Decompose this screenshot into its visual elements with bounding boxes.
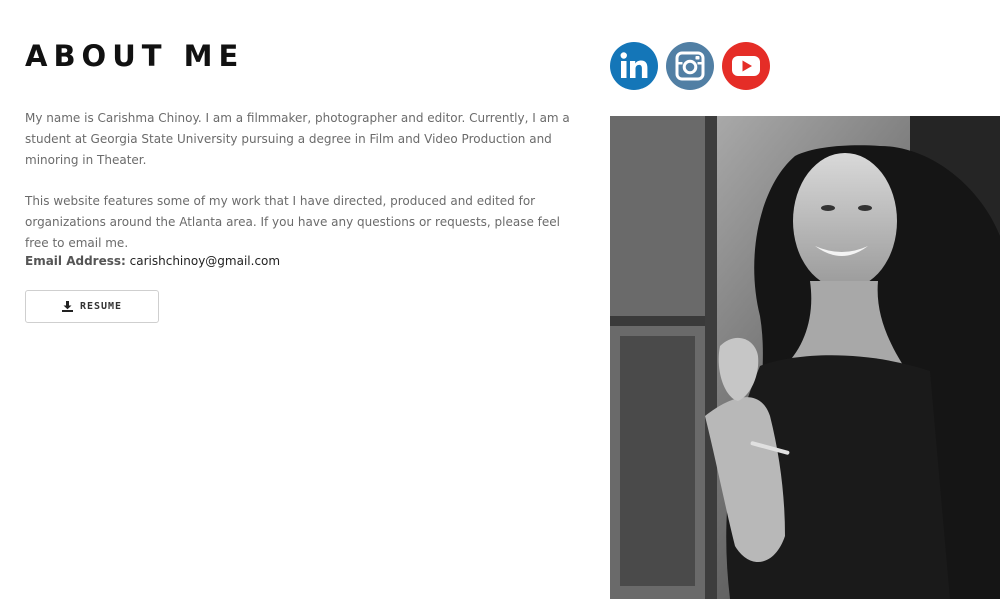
linkedin-button[interactable] (610, 42, 658, 90)
download-icon (61, 301, 73, 312)
portrait-photo (610, 116, 1000, 599)
resume-label: RESUME (79, 301, 123, 312)
email-link[interactable]: carishchinoy@gmail.com (130, 254, 280, 268)
page-title: ABOUT ME (25, 39, 245, 73)
bio-paragraph: My name is Carishma Chinoy. I am a filmm… (25, 111, 570, 167)
social-links (610, 42, 770, 90)
youtube-button[interactable] (722, 42, 770, 90)
instagram-icon (675, 51, 705, 81)
youtube-icon (732, 56, 760, 76)
email-label: Email Address: (25, 254, 126, 268)
instagram-button[interactable] (666, 42, 714, 90)
about-page: ABOUT ME My name is Carishma Chinoy. I a… (0, 0, 1000, 599)
portrait-image (610, 116, 1000, 599)
linkedin-icon (620, 52, 648, 78)
email-line: Email Address: carishchinoy@gmail.com (25, 251, 280, 272)
resume-button[interactable]: RESUME (25, 290, 159, 323)
website-paragraph: This website features some of my work th… (25, 194, 560, 250)
